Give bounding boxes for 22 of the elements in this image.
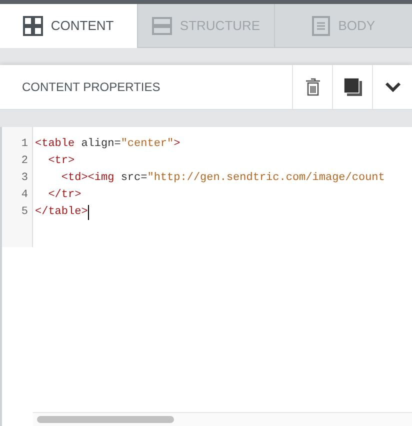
code-line: <tr> xyxy=(47,154,75,169)
line-number: 2 xyxy=(21,154,28,169)
horizontal-scrollbar[interactable] xyxy=(33,412,412,426)
line-number: 1 xyxy=(21,137,28,152)
document-icon xyxy=(312,16,330,36)
copy-icon xyxy=(344,78,362,96)
rows-icon xyxy=(152,16,172,36)
line-number: 5 xyxy=(21,205,28,220)
scrollbar-thumb[interactable] xyxy=(37,416,174,423)
chevron-down-icon xyxy=(384,82,400,92)
panel-title: CONTENT PROPERTIES xyxy=(22,79,162,96)
line-number: 3 xyxy=(21,171,28,186)
code-editor[interactable]: 1 2 3 4 5 <table align="center"> <tr> <td><img src="http://gen.sendtric.com/image/count </tr> </table> xyxy=(0,127,412,426)
trash-icon xyxy=(306,78,320,96)
tab[interactable]: CONTENT xyxy=(0,4,137,48)
code-line: <td><img src="http://gen.sendtric.com/image/count xyxy=(60,171,385,186)
code-line: </tr> xyxy=(47,188,82,203)
code-line: <table align="center"> xyxy=(35,137,180,152)
code-line: </table> xyxy=(35,205,88,220)
line-number: 4 xyxy=(21,188,28,203)
grid-icon xyxy=(22,16,43,36)
text-cursor xyxy=(88,205,89,220)
